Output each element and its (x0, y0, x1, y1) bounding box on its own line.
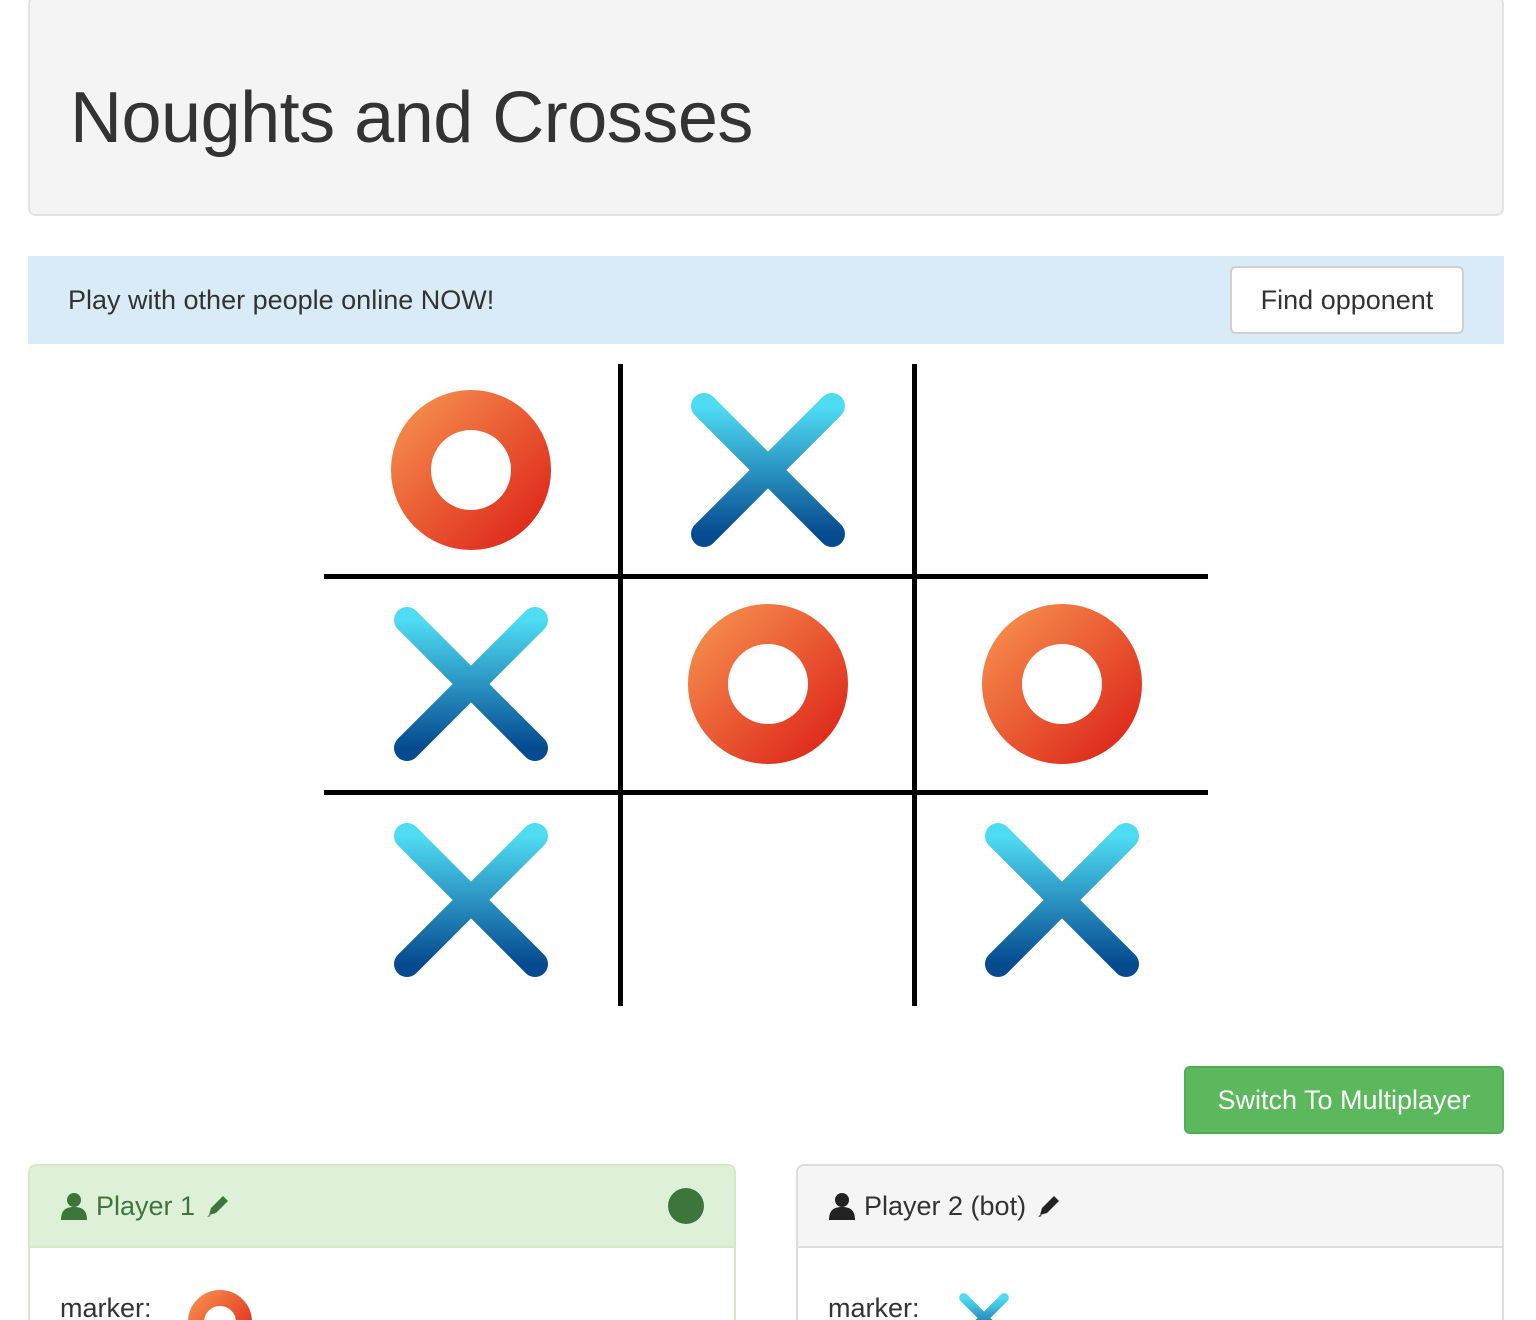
board-cell-9[interactable] (915, 794, 1209, 1006)
switch-to-multiplayer-button[interactable]: Switch To Multiplayer (1184, 1066, 1504, 1134)
player-2-body: marker: (828, 1284, 1012, 1320)
game-board (324, 364, 1208, 1006)
header-jumbotron: Noughts and Crosses (28, 0, 1504, 216)
board-cell-6[interactable] (915, 578, 1209, 790)
marker-label: marker: (60, 1293, 152, 1320)
user-icon (60, 1192, 88, 1220)
user-icon (828, 1192, 856, 1220)
nought-icon (391, 390, 551, 550)
player-1-panel: Player 1 marker: (28, 1164, 736, 1320)
cross-marker-icon (956, 1290, 1012, 1320)
find-opponent-button[interactable]: Find opponent (1230, 266, 1464, 334)
cross-icon (394, 607, 548, 761)
player-2-name: Player 2 (bot) (864, 1190, 1027, 1221)
alert-message: Play with other people online NOW! (68, 285, 495, 315)
player-1-body: marker: (60, 1284, 252, 1320)
board-cell-8[interactable] (621, 794, 915, 1006)
player-2-panel: Player 2 (bot) marker: (796, 1164, 1504, 1320)
active-dot-icon (668, 1188, 704, 1224)
cross-icon (394, 823, 548, 977)
player-1-heading: Player 1 (30, 1166, 734, 1248)
board-cell-3[interactable] (915, 364, 1209, 576)
player-2-heading: Player 2 (bot) (798, 1166, 1502, 1248)
nought-icon (982, 604, 1142, 764)
online-play-alert: Play with other people online NOW! Find … (28, 256, 1504, 344)
cross-icon (985, 823, 1139, 977)
nought-icon (688, 604, 848, 764)
board-cell-2[interactable] (621, 364, 915, 576)
board-cell-1[interactable] (324, 364, 618, 576)
pencil-icon[interactable] (205, 1193, 231, 1219)
marker-label: marker: (828, 1293, 920, 1320)
player-1-name: Player 1 (96, 1190, 196, 1221)
board-cell-4[interactable] (324, 578, 618, 790)
board-cell-5[interactable] (621, 578, 915, 790)
cross-icon (691, 393, 845, 547)
board-cell-7[interactable] (324, 794, 618, 1006)
nought-marker-icon (187, 1290, 252, 1320)
pencil-icon[interactable] (1036, 1193, 1062, 1219)
page-title: Noughts and Crosses (70, 78, 753, 158)
